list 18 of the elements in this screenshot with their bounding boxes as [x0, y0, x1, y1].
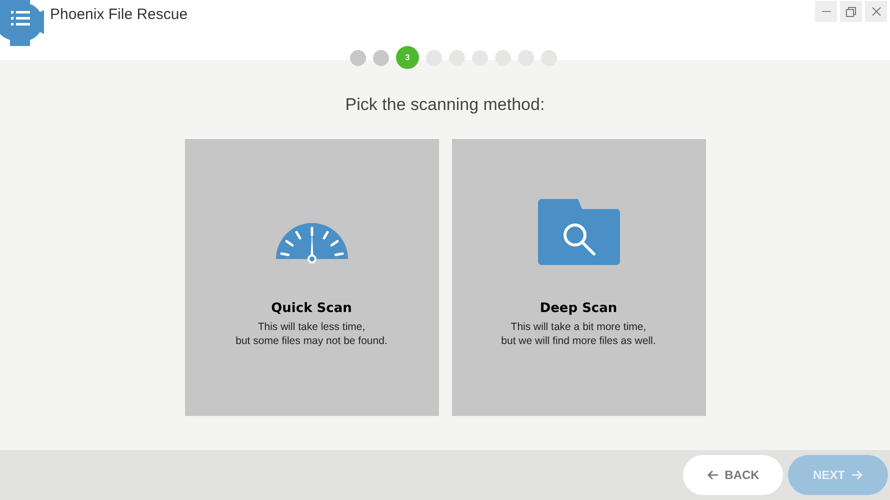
option-description: This will take less time, but some files may not be found.: [236, 320, 388, 348]
back-button[interactable]: BACK: [683, 455, 783, 495]
option-description: This will take a bit more time, but we will find more files as well.: [501, 320, 656, 348]
option-title: Quick Scan: [271, 300, 352, 318]
folder-search-icon: [538, 198, 620, 264]
close-button[interactable]: [865, 1, 887, 22]
restore-icon: [846, 6, 856, 16]
restore-button[interactable]: [840, 1, 862, 22]
heading: Pick the scanning method:: [345, 94, 545, 116]
scan-option-card[interactable]: Deep Scan This will take a bit more time, but we will find more files as well.: [452, 138, 706, 416]
menu-gear-icon[interactable]: [0, 0, 44, 46]
left-arrow-icon: [706, 470, 719, 480]
scan-option-card[interactable]: Quick Scan This will take less time, but some files may not be found.: [184, 138, 438, 416]
close-icon: [872, 7, 880, 16]
app-title: Phoenix File Rescue: [50, 5, 188, 25]
right-arrow-icon: [851, 470, 863, 480]
step-indicator: 3: [396, 46, 419, 69]
option-title: Deep Scan: [540, 300, 618, 318]
